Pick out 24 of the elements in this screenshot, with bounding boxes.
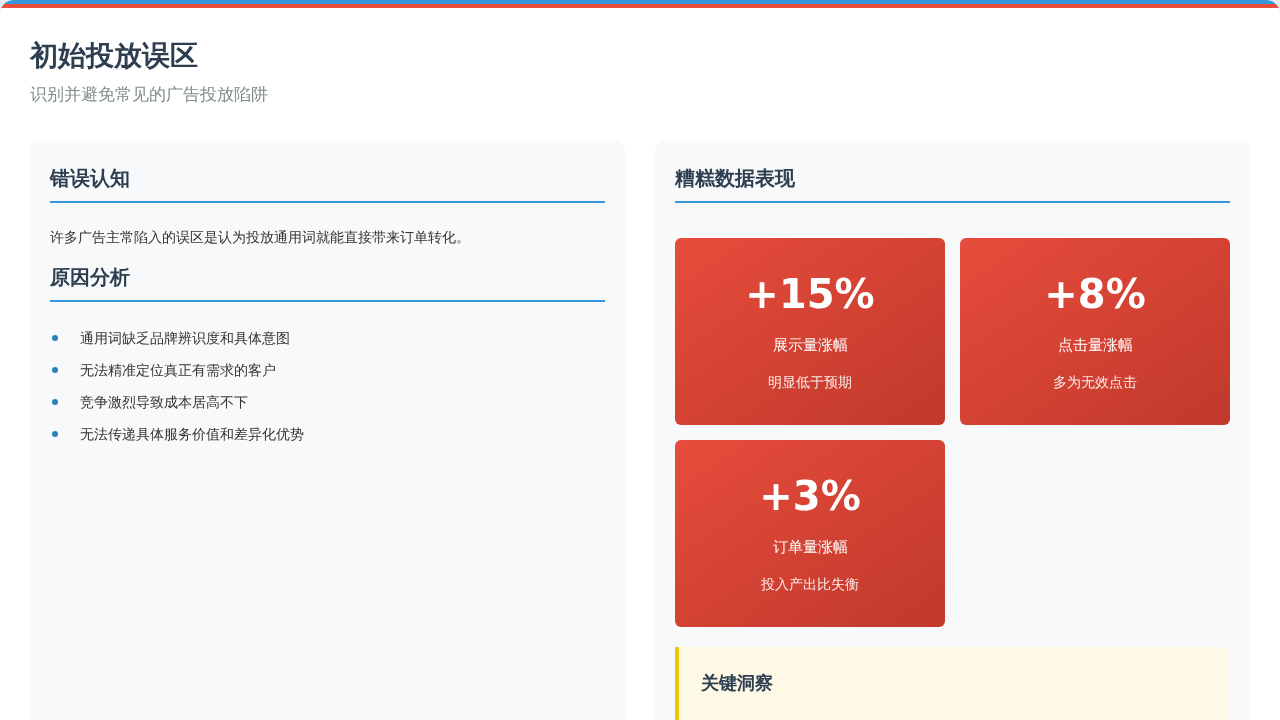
list-item: 无法精准定位真正有需求的客户 <box>80 360 276 380</box>
page-title: 初始投放误区 <box>30 38 199 74</box>
list-item: 竞争激烈导致成本居高不下 <box>80 392 248 412</box>
list-item: 无法传递具体服务价值和差异化优势 <box>80 424 304 444</box>
section-heading: 糟糕数据表现 <box>675 162 1230 203</box>
section-heading: 错误认知 <box>50 162 605 203</box>
stat-value: +8% <box>1044 269 1146 319</box>
bullet-icon <box>52 431 58 437</box>
page-subtitle: 识别并避免常见的广告投放陷阱 <box>30 83 269 106</box>
stat-value: +3% <box>759 471 861 521</box>
stat-label: 展示量涨幅 <box>772 334 848 356</box>
stat-label: 点击量涨幅 <box>1057 334 1133 356</box>
bullet-icon <box>52 367 58 373</box>
bullet-icon <box>52 399 58 405</box>
insight-heading: 关键洞察 <box>701 670 774 695</box>
stat-note: 明显低于预期 <box>768 373 852 392</box>
bullet-icon <box>52 335 58 341</box>
stat-value: +15% <box>745 269 875 319</box>
paragraph: 许多广告主常陷入的误区是认为投放通用词就能直接带来订单转化。 <box>50 227 471 247</box>
section-heading: 原因分析 <box>50 261 605 302</box>
list-item: 通用词缺乏品牌辨识度和具体意图 <box>80 328 290 348</box>
stat-note: 多为无效点击 <box>1053 373 1137 392</box>
stat-label: 订单量涨幅 <box>772 536 848 558</box>
stat-note: 投入产出比失衡 <box>761 575 859 594</box>
